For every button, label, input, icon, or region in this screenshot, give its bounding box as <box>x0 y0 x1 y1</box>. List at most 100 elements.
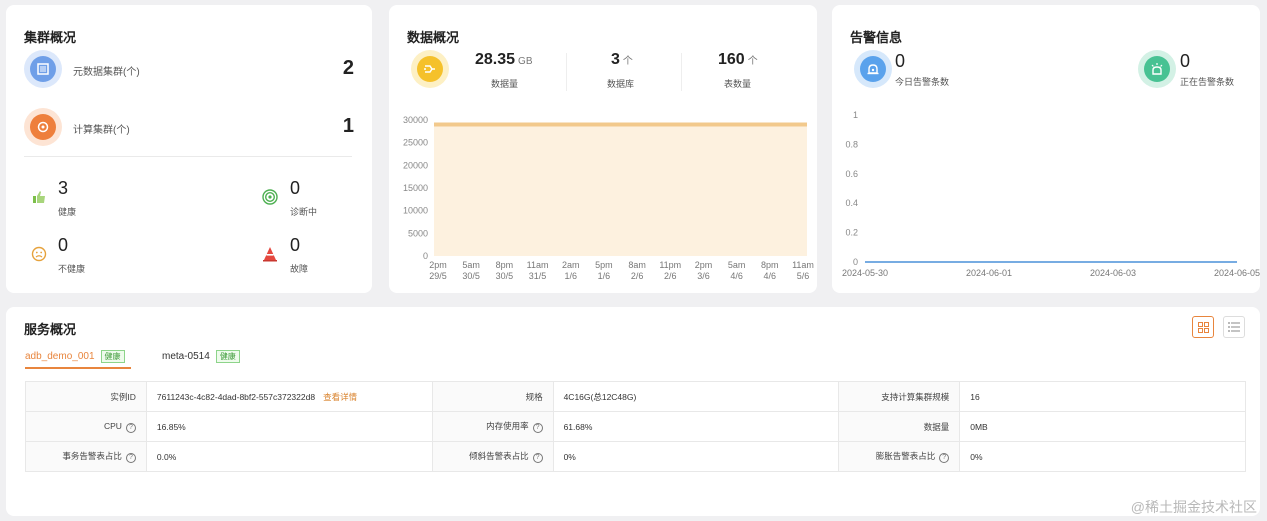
tab-adb-demo-001[interactable]: adb_demo_001 健康 <box>25 350 125 363</box>
y-tick-label: 0.6 <box>845 169 858 179</box>
memory-usage-label: 内存使用率? <box>431 411 554 442</box>
transaction-alert-ratio-value: 0.0% <box>145 441 433 472</box>
data-volume-icon <box>411 50 449 88</box>
active-alert-count: 0 <box>1180 51 1191 71</box>
today-alert-count: 0 <box>895 51 906 71</box>
compute-cluster-icon <box>24 108 62 146</box>
radar-icon <box>261 188 279 206</box>
alert-title: 告警信息 <box>850 30 903 45</box>
unhealthy-count: 0 <box>58 235 69 255</box>
help-icon[interactable]: ? <box>125 422 136 433</box>
y-tick-label: 0.4 <box>845 198 858 208</box>
alert-trend-chart: 1 0.8 0.6 0.4 0.2 02024-05-30 2024-06-01 2024-0… <box>842 110 1260 278</box>
x-tick-label: 5pm 1/6 <box>595 260 613 281</box>
instance-id-label: 实例ID <box>25 381 147 412</box>
diagnosing-label: 诊断中 <box>290 207 318 217</box>
x-tick-label: 5am 30/5 <box>462 260 480 281</box>
metadata-cluster-count: 2 <box>342 57 354 79</box>
y-tick-label: 30000 <box>403 115 428 125</box>
data-size-label: 数据量 <box>838 411 961 442</box>
today-alert-label: 今日告警条数 <box>895 77 950 87</box>
help-icon[interactable]: ? <box>532 453 543 463</box>
help-icon[interactable]: ? <box>939 453 950 463</box>
y-tick-label: 15000 <box>403 183 428 193</box>
x-tick-label: 2024-05-30 <box>842 268 888 278</box>
x-tick-label: 8pm 4/6 <box>761 260 779 281</box>
compute-cluster-label: 计算集群(个) <box>73 125 130 136</box>
data-size-value: 0MB <box>959 411 1246 442</box>
service-info-table: 实例ID 7611243c-4c82-4dad-8bf2-557c372322d… <box>25 381 1246 472</box>
divider <box>566 53 567 91</box>
x-tick-label: 5am 4/6 <box>728 260 746 281</box>
grid-view-button[interactable] <box>1192 316 1214 338</box>
x-tick-label: 8am 2/6 <box>628 260 646 281</box>
x-tick-label: 2pm 29/5 <box>429 260 447 281</box>
cpu-value: 16.85% <box>145 411 433 442</box>
status-badge: 健康 <box>100 350 125 363</box>
table-row: CPU? 16.85% 内存使用率? 61.68% 数据量 0MB <box>25 411 1246 442</box>
table-count-label: 表数量 <box>724 79 752 89</box>
x-tick-label: 2024-06-03 <box>1090 268 1136 278</box>
skew-alert-ratio-value: 0% <box>552 441 840 472</box>
cluster-title: 集群概况 <box>24 30 77 45</box>
table-row: 实例ID 7611243c-4c82-4dad-8bf2-557c372322d… <box>25 381 1246 412</box>
bloat-alert-ratio-label: 膨胀告警表占比? <box>838 441 961 472</box>
thumbs-up-icon <box>30 188 48 206</box>
fault-count: 0 <box>290 235 301 255</box>
active-alert-label: 正在告警条数 <box>1180 77 1235 87</box>
x-tick-label: 2am 1/6 <box>562 260 580 281</box>
data-volume-chart: 30000 25000 20000 15000 10000 5000 02pm 29/5 5am… <box>403 115 814 281</box>
y-tick-label: 0.8 <box>845 139 858 149</box>
alarm-bell-icon <box>854 50 892 88</box>
alert-info-card: 告警信息 0 今日告警条数 0 正在告警条数 1 0.8 0.6 0.4 0.2 0 202… <box>832 5 1260 293</box>
healthy-count: 3 <box>58 178 69 198</box>
service-overview-card: 服务概况 adb_demo_001 健康 meta-0514 健康 实例ID 761… <box>6 307 1260 516</box>
data-title: 数据概况 <box>407 30 460 45</box>
siren-icon <box>1138 50 1176 88</box>
y-tick-label: 10000 <box>403 206 428 216</box>
cpu-label: CPU? <box>25 411 147 442</box>
healthy-label: 健康 <box>58 207 77 217</box>
table-row: 事务告警表占比? 0.0% 倾斜告警表占比? 0% 膨胀告警表占比? 0% <box>25 441 1246 472</box>
data-volume-label: 数据量 <box>491 79 519 89</box>
y-tick-label: 25000 <box>403 138 428 148</box>
memory-usage-value: 61.68% <box>552 411 840 442</box>
y-tick-label: 1 <box>853 110 858 120</box>
x-tick-label: 8pm 30/5 <box>496 260 514 281</box>
data-area <box>434 124 807 257</box>
fault-label: 故障 <box>290 264 309 274</box>
y-tick-label: 0 <box>853 257 858 267</box>
x-tick-label: 11am 31/5 <box>527 260 549 281</box>
skew-alert-ratio-label: 倾斜告警表占比? <box>431 441 554 472</box>
unhealthy-label: 不健康 <box>58 264 86 274</box>
data-volume-value: 28.35 GB <box>475 51 533 68</box>
database-count-label: 数据库 <box>607 79 635 89</box>
view-details-link[interactable]: 查看详情 <box>323 392 357 402</box>
table-count-value: 160 个 <box>718 51 758 68</box>
divider <box>24 156 352 157</box>
x-tick-label: 2pm 3/6 <box>695 260 713 281</box>
bloat-alert-ratio-value: 0% <box>959 441 1246 472</box>
help-icon[interactable]: ? <box>125 453 136 463</box>
y-tick-label: 5000 <box>408 228 428 238</box>
spec-value: 4C16G(总12C48G) <box>552 381 840 412</box>
x-tick-label: 11pm 2/6 <box>659 260 681 281</box>
status-badge: 健康 <box>215 350 240 363</box>
metadata-cluster-icon <box>24 50 62 88</box>
x-tick-label: 2024-06-01 <box>966 268 1012 278</box>
instance-id-value: 7611243c-4c82-4dad-8bf2-557c372322d8 查看详情 <box>145 381 433 412</box>
data-overview-card: 数据概况 28.35 GB 数据量 3个 数据库 160 个 表数量 30000 25… <box>389 5 817 293</box>
cluster-overview-card: 集群概况 元数据集群(个) 2 计算集群(个) 1 3 健康 0 诊断中 0 不… <box>6 5 372 293</box>
active-tab-indicator <box>25 367 131 369</box>
list-view-button[interactable] <box>1223 316 1245 338</box>
y-tick-label: 0 <box>423 251 428 261</box>
sad-face-icon <box>30 245 48 263</box>
x-tick-label: 2024-06-05 <box>1214 268 1260 278</box>
help-icon[interactable]: ? <box>532 423 543 433</box>
transaction-alert-ratio-label: 事务告警表占比? <box>25 441 147 472</box>
divider <box>681 53 682 91</box>
spec-label: 规格 <box>431 381 554 412</box>
y-tick-label: 0.2 <box>845 228 858 238</box>
tab-meta-0514[interactable]: meta-0514 健康 <box>162 350 240 363</box>
watermark: @稀土掘金技术社区 <box>1130 499 1257 515</box>
